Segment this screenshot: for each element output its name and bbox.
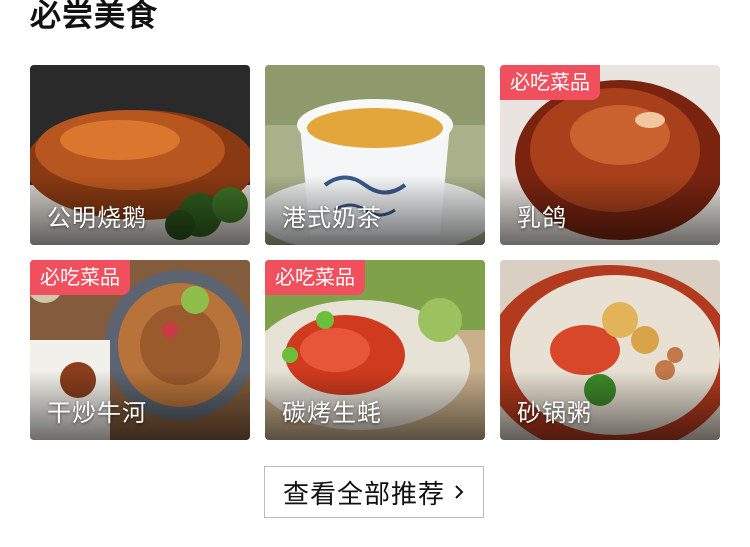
dish-card-congee[interactable]: 砂锅粥 xyxy=(500,260,720,440)
must-eat-badge: 必吃菜品 xyxy=(30,260,130,295)
dish-card-milk-tea[interactable]: 港式奶茶 xyxy=(265,65,485,245)
chevron-right-icon xyxy=(455,485,464,499)
dish-card-grilled-oysters[interactable]: 必吃菜品 碳烤生蚝 xyxy=(265,260,485,440)
see-all-recommendations-button[interactable]: 查看全部推荐 xyxy=(264,466,484,518)
dish-name: 干炒牛河 xyxy=(47,399,147,427)
section-title: 必尝美食 xyxy=(30,0,158,34)
dish-name: 碳烤生蚝 xyxy=(282,399,382,427)
must-eat-badge: 必吃菜品 xyxy=(500,65,600,100)
dish-card-beef-noodles[interactable]: 必吃菜品 干炒牛河 xyxy=(30,260,250,440)
dish-card-roast-pigeon[interactable]: 必吃菜品 乳鸽 xyxy=(500,65,720,245)
dish-card-roast-goose[interactable]: 公明烧鹅 xyxy=(30,65,250,245)
see-all-label: 查看全部推荐 xyxy=(282,479,445,510)
must-eat-badge: 必吃菜品 xyxy=(265,260,365,295)
dish-name: 公明烧鹅 xyxy=(47,204,147,232)
dish-name: 砂锅粥 xyxy=(517,399,592,427)
dish-name: 港式奶茶 xyxy=(282,204,382,232)
dish-grid: 公明烧鹅 港式奶茶 必吃菜品 乳鸽 必吃菜品 干炒牛河 必吃菜品 碳烤生蚝 砂锅… xyxy=(30,65,720,440)
dish-name: 乳鸽 xyxy=(517,204,567,232)
